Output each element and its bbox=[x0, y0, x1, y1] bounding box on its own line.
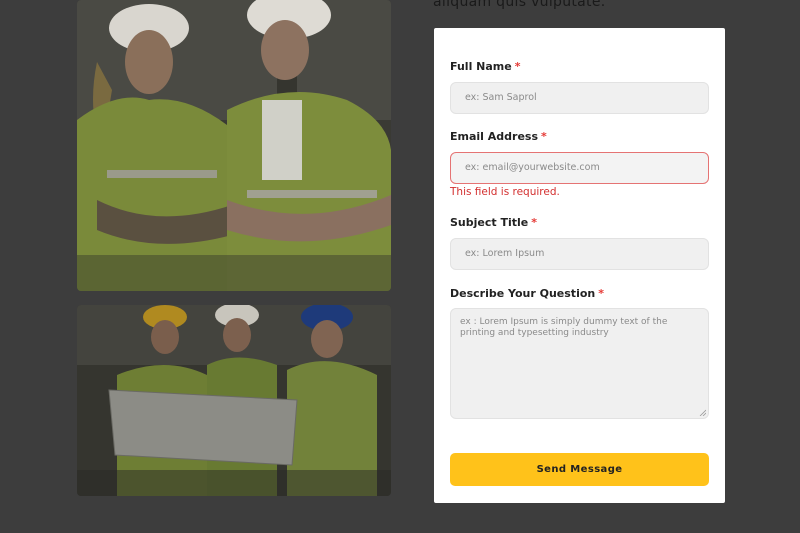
subject-label: Subject Title * bbox=[450, 216, 537, 229]
email-input[interactable]: ex: email@yourwebsite.com bbox=[450, 152, 709, 184]
intro-text: aliquam quis vulputate. bbox=[433, 0, 606, 10]
team-blueprint-photo bbox=[77, 305, 391, 496]
full-name-label-text: Full Name bbox=[450, 60, 512, 73]
send-message-button[interactable]: Send Message bbox=[450, 453, 709, 486]
resize-handle-icon[interactable] bbox=[699, 409, 706, 416]
required-mark: * bbox=[514, 60, 521, 73]
subject-label-text: Subject Title bbox=[450, 216, 529, 229]
email-label: Email Address * bbox=[450, 130, 547, 143]
question-textarea[interactable]: ex : Lorem Ipsum is simply dummy text of… bbox=[450, 308, 709, 419]
full-name-placeholder: ex: Sam Saprol bbox=[465, 92, 537, 103]
question-label: Describe Your Question * bbox=[450, 287, 604, 300]
question-label-text: Describe Your Question bbox=[450, 287, 596, 300]
full-name-label: Full Name * bbox=[450, 60, 521, 73]
full-name-input[interactable]: ex: Sam Saprol bbox=[450, 82, 709, 114]
email-label-text: Email Address bbox=[450, 130, 539, 143]
required-mark: * bbox=[598, 287, 604, 300]
required-mark: * bbox=[531, 216, 537, 229]
email-error-message: This field is required. bbox=[450, 186, 560, 198]
subject-placeholder: ex: Lorem Ipsum bbox=[465, 248, 545, 259]
question-placeholder: ex : Lorem Ipsum is simply dummy text of… bbox=[460, 317, 668, 338]
email-placeholder: ex: email@yourwebsite.com bbox=[465, 162, 600, 173]
workers-photo bbox=[77, 0, 391, 291]
subject-input[interactable]: ex: Lorem Ipsum bbox=[450, 238, 709, 270]
contact-form: Full Name * ex: Sam Saprol Email Address *… bbox=[434, 28, 725, 503]
required-mark: * bbox=[541, 130, 547, 143]
